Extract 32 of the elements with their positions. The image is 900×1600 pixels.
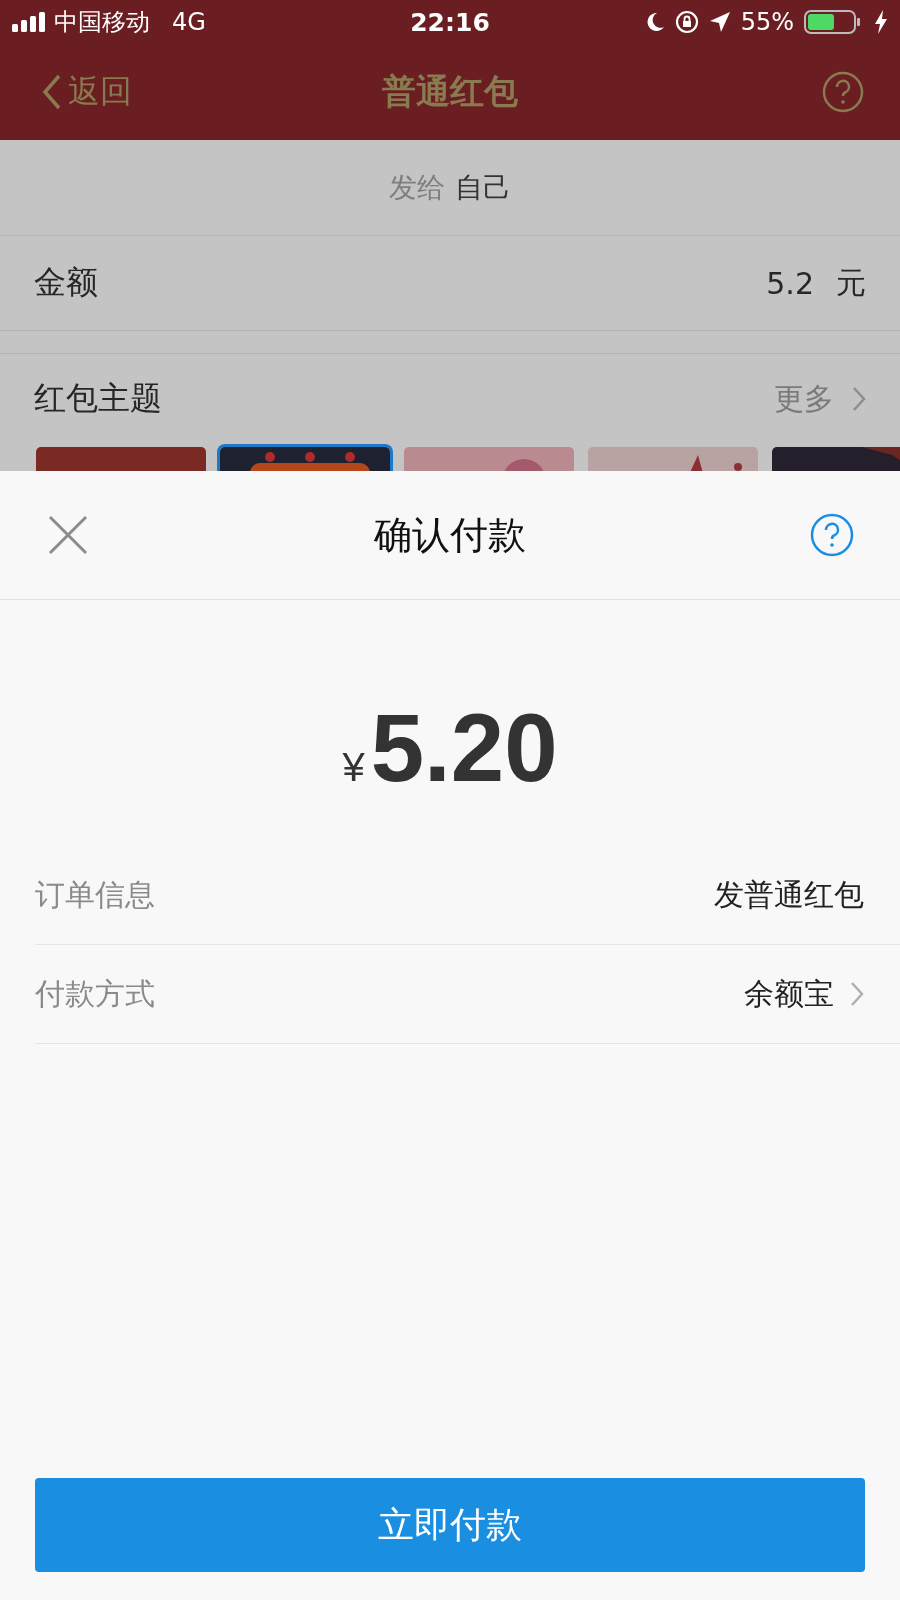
carrier-name: 中国移动 xyxy=(54,7,150,38)
signal-icon xyxy=(12,12,46,32)
location-arrow-icon xyxy=(708,11,731,33)
battery-percent: 55% xyxy=(740,8,794,36)
amount-label: 金额 xyxy=(34,262,98,303)
more-link[interactable]: 更多 xyxy=(774,378,866,420)
help-icon[interactable] xyxy=(822,71,864,113)
row-value: 余额宝 xyxy=(744,974,834,1013)
rotation-lock-icon xyxy=(674,10,699,34)
help-icon[interactable] xyxy=(810,513,854,557)
recipient-label: 发给 xyxy=(389,169,445,206)
page-title: 普通红包 xyxy=(382,70,518,113)
theme-label: 红包主题 xyxy=(34,378,162,419)
payment-method-row[interactable]: 付款方式 余额宝 xyxy=(35,945,900,1044)
chevron-left-icon xyxy=(42,74,62,110)
clock-time: 22:16 xyxy=(410,7,490,37)
pay-now-button[interactable]: 立即付款 xyxy=(35,1478,865,1572)
row-label: 付款方式 xyxy=(35,974,155,1013)
sheet-title: 确认付款 xyxy=(374,511,526,559)
back-button[interactable]: 返回 xyxy=(42,70,132,114)
recipient-name: 自己 xyxy=(455,169,511,206)
charging-bolt-icon xyxy=(874,10,888,34)
row-value: 发普通红包 xyxy=(714,875,864,914)
network-type: 4G xyxy=(172,8,206,36)
currency-unit: 元 xyxy=(836,263,866,302)
currency-symbol: ¥ xyxy=(342,744,365,790)
row-label: 订单信息 xyxy=(35,875,155,914)
chevron-right-icon xyxy=(852,386,866,412)
payment-amount: 5.20 xyxy=(370,693,558,803)
amount-value: 5.2 xyxy=(766,265,814,301)
close-icon[interactable] xyxy=(48,515,88,555)
chevron-right-icon xyxy=(850,981,864,1007)
